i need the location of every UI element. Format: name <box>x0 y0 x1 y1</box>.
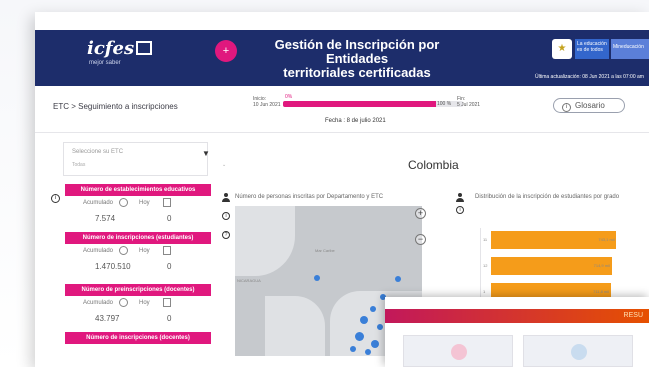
kpi-student-registrations: Acumulado Hoy 1.470.510 0 <box>65 244 211 280</box>
kpi-teacher-preregistrations: Acumulado Hoy 43.797 0 <box>65 296 211 332</box>
map-landmass <box>235 206 295 276</box>
progress-fill <box>283 101 436 107</box>
bar-value-label: 743,1 mil <box>598 237 615 242</box>
info-icon: i <box>562 103 571 112</box>
kpi-title-teacher-preregistrations: Número de preinscripciones (docentes) <box>65 284 211 296</box>
accumulated-label: Acumulado <box>83 200 114 206</box>
student-icon <box>456 193 464 202</box>
breadcrumb: ETC > Seguimiento a inscripciones <box>53 102 178 111</box>
zoom-in-button[interactable]: + <box>415 208 426 219</box>
accumulated-value: 43.797 <box>95 314 120 323</box>
accumulated-value: 7.574 <box>95 214 116 223</box>
overlapping-window[interactable]: RESU <box>385 297 649 367</box>
clock-icon <box>119 198 128 207</box>
kpi-schools: Acumulado Hoy 7.574 0 <box>65 196 211 232</box>
map-dot[interactable] <box>360 316 368 324</box>
divider <box>35 132 649 133</box>
glossary-button[interactable]: i Glosario <box>553 98 625 113</box>
icfes-logo: icfes <box>87 38 153 59</box>
page-title: Gestión de Inscripción por Entidades ter… <box>247 38 467 80</box>
breadcrumb-separator: > <box>71 102 76 111</box>
kpi-title-schools: Número de establecimientos educativos <box>65 184 211 196</box>
etc-select-value: Todas <box>72 162 86 168</box>
chart-title: Distribución de la inscripción de estudi… <box>475 194 620 200</box>
kpi-title-student-registrations: Número de inscripciones (estudiantes) <box>65 232 211 244</box>
bar-category-label: 12 <box>483 263 488 268</box>
kpi-info-icon[interactable]: i <box>51 194 60 203</box>
region-title: Colombia <box>408 158 459 172</box>
overlay-card[interactable] <box>523 335 633 367</box>
chevron-down-icon[interactable]: ⌄ <box>222 162 226 168</box>
map-landmass <box>265 296 325 356</box>
map-info-icon[interactable]: i <box>222 212 230 220</box>
screen: icfes mejor saber + Gestión de Inscripci… <box>0 0 649 367</box>
calendar-icon <box>163 246 171 255</box>
overlay-banner: RESU <box>385 309 649 323</box>
calendar-icon <box>163 198 171 207</box>
calendar-icon <box>163 298 171 307</box>
accumulated-value: 1.470.510 <box>95 262 131 271</box>
end-date-block: Fin: 5 Jul 2021 <box>457 96 480 108</box>
today-label: Hoy <box>139 200 150 206</box>
bar-category-label: 11 <box>483 237 488 242</box>
person-icon <box>222 193 230 202</box>
kpi-title-teacher-registrations: Número de inscripciones (docentes) <box>65 332 211 344</box>
map-dot[interactable] <box>355 332 364 341</box>
breadcrumb-root[interactable]: ETC <box>53 102 69 111</box>
bar-value-label: 714,9 mil <box>593 263 610 268</box>
today-value: 0 <box>167 214 172 223</box>
map-dot[interactable] <box>377 324 383 330</box>
map-dot[interactable] <box>370 306 376 312</box>
gov-slogan: La educación es de todos <box>575 39 609 59</box>
building-icon <box>571 344 587 360</box>
add-user-icon: + <box>215 40 237 62</box>
start-date: 10 Jun 2021 <box>253 102 281 108</box>
map-label-sea: Mar Caribe <box>315 248 335 253</box>
registration-progress-bar <box>283 101 463 107</box>
map-title: Número de personas inscritas por Departa… <box>235 194 384 200</box>
glossary-label: Glosario <box>575 101 605 110</box>
map-dot[interactable] <box>314 275 320 281</box>
logo-text: icfes <box>87 38 135 59</box>
current-date: Fecha : 8 de julio 2021 <box>325 118 386 124</box>
today-value: 0 <box>167 314 172 323</box>
title-line-2: territoriales certificadas <box>283 65 431 80</box>
end-percent: 100 % <box>437 101 452 107</box>
institution-icon <box>451 344 467 360</box>
accumulated-label: Acumulado <box>83 248 114 254</box>
start-date-block: Inicio: 10 Jun 2021 <box>253 96 281 108</box>
filter-icon[interactable]: ▼ <box>202 149 210 158</box>
clock-icon <box>119 298 128 307</box>
map-dot[interactable] <box>395 276 401 282</box>
map-dot[interactable] <box>365 349 371 355</box>
coat-of-arms-icon: ★ <box>552 39 572 59</box>
etc-select-label: Seleccione su ETC <box>72 149 124 155</box>
bar-category-label: 1 <box>483 289 486 294</box>
today-label: Hoy <box>139 300 150 306</box>
today-value: 0 <box>167 262 172 271</box>
end-date: 5 Jul 2021 <box>457 102 481 108</box>
map-label-region: NICARAGUA <box>237 278 261 283</box>
last-update-text: Última actualización: 08 Jun 2021 a las … <box>535 74 644 80</box>
overlay-banner-text: RESU <box>623 312 643 319</box>
title-line-1: Gestión de Inscripción por Entidades <box>274 37 440 66</box>
clock-icon <box>119 246 128 255</box>
zoom-out-button[interactable]: − <box>415 234 426 245</box>
breadcrumb-current: Seguimiento a inscripciones <box>78 102 178 111</box>
bar-value-label: 711,8 mil <box>593 289 610 294</box>
overlay-card[interactable] <box>403 335 513 367</box>
map-help-icon[interactable]: ? <box>222 231 230 239</box>
dashboard-header: icfes mejor saber + Gestión de Inscripci… <box>35 30 649 86</box>
start-percent: 0% <box>285 94 293 100</box>
mineducacion-logo: Mineducación <box>611 39 649 59</box>
accumulated-label: Acumulado <box>83 300 114 306</box>
map-dot[interactable] <box>350 346 356 352</box>
logo-tagline: mejor saber <box>89 60 121 66</box>
map-dot[interactable] <box>371 340 379 348</box>
etc-select[interactable]: Seleccione su ETC Todas ▼ ⌄ <box>63 142 226 176</box>
logo-check-icon <box>136 41 153 55</box>
chart-info-icon[interactable]: i <box>456 206 464 214</box>
today-label: Hoy <box>139 248 150 254</box>
